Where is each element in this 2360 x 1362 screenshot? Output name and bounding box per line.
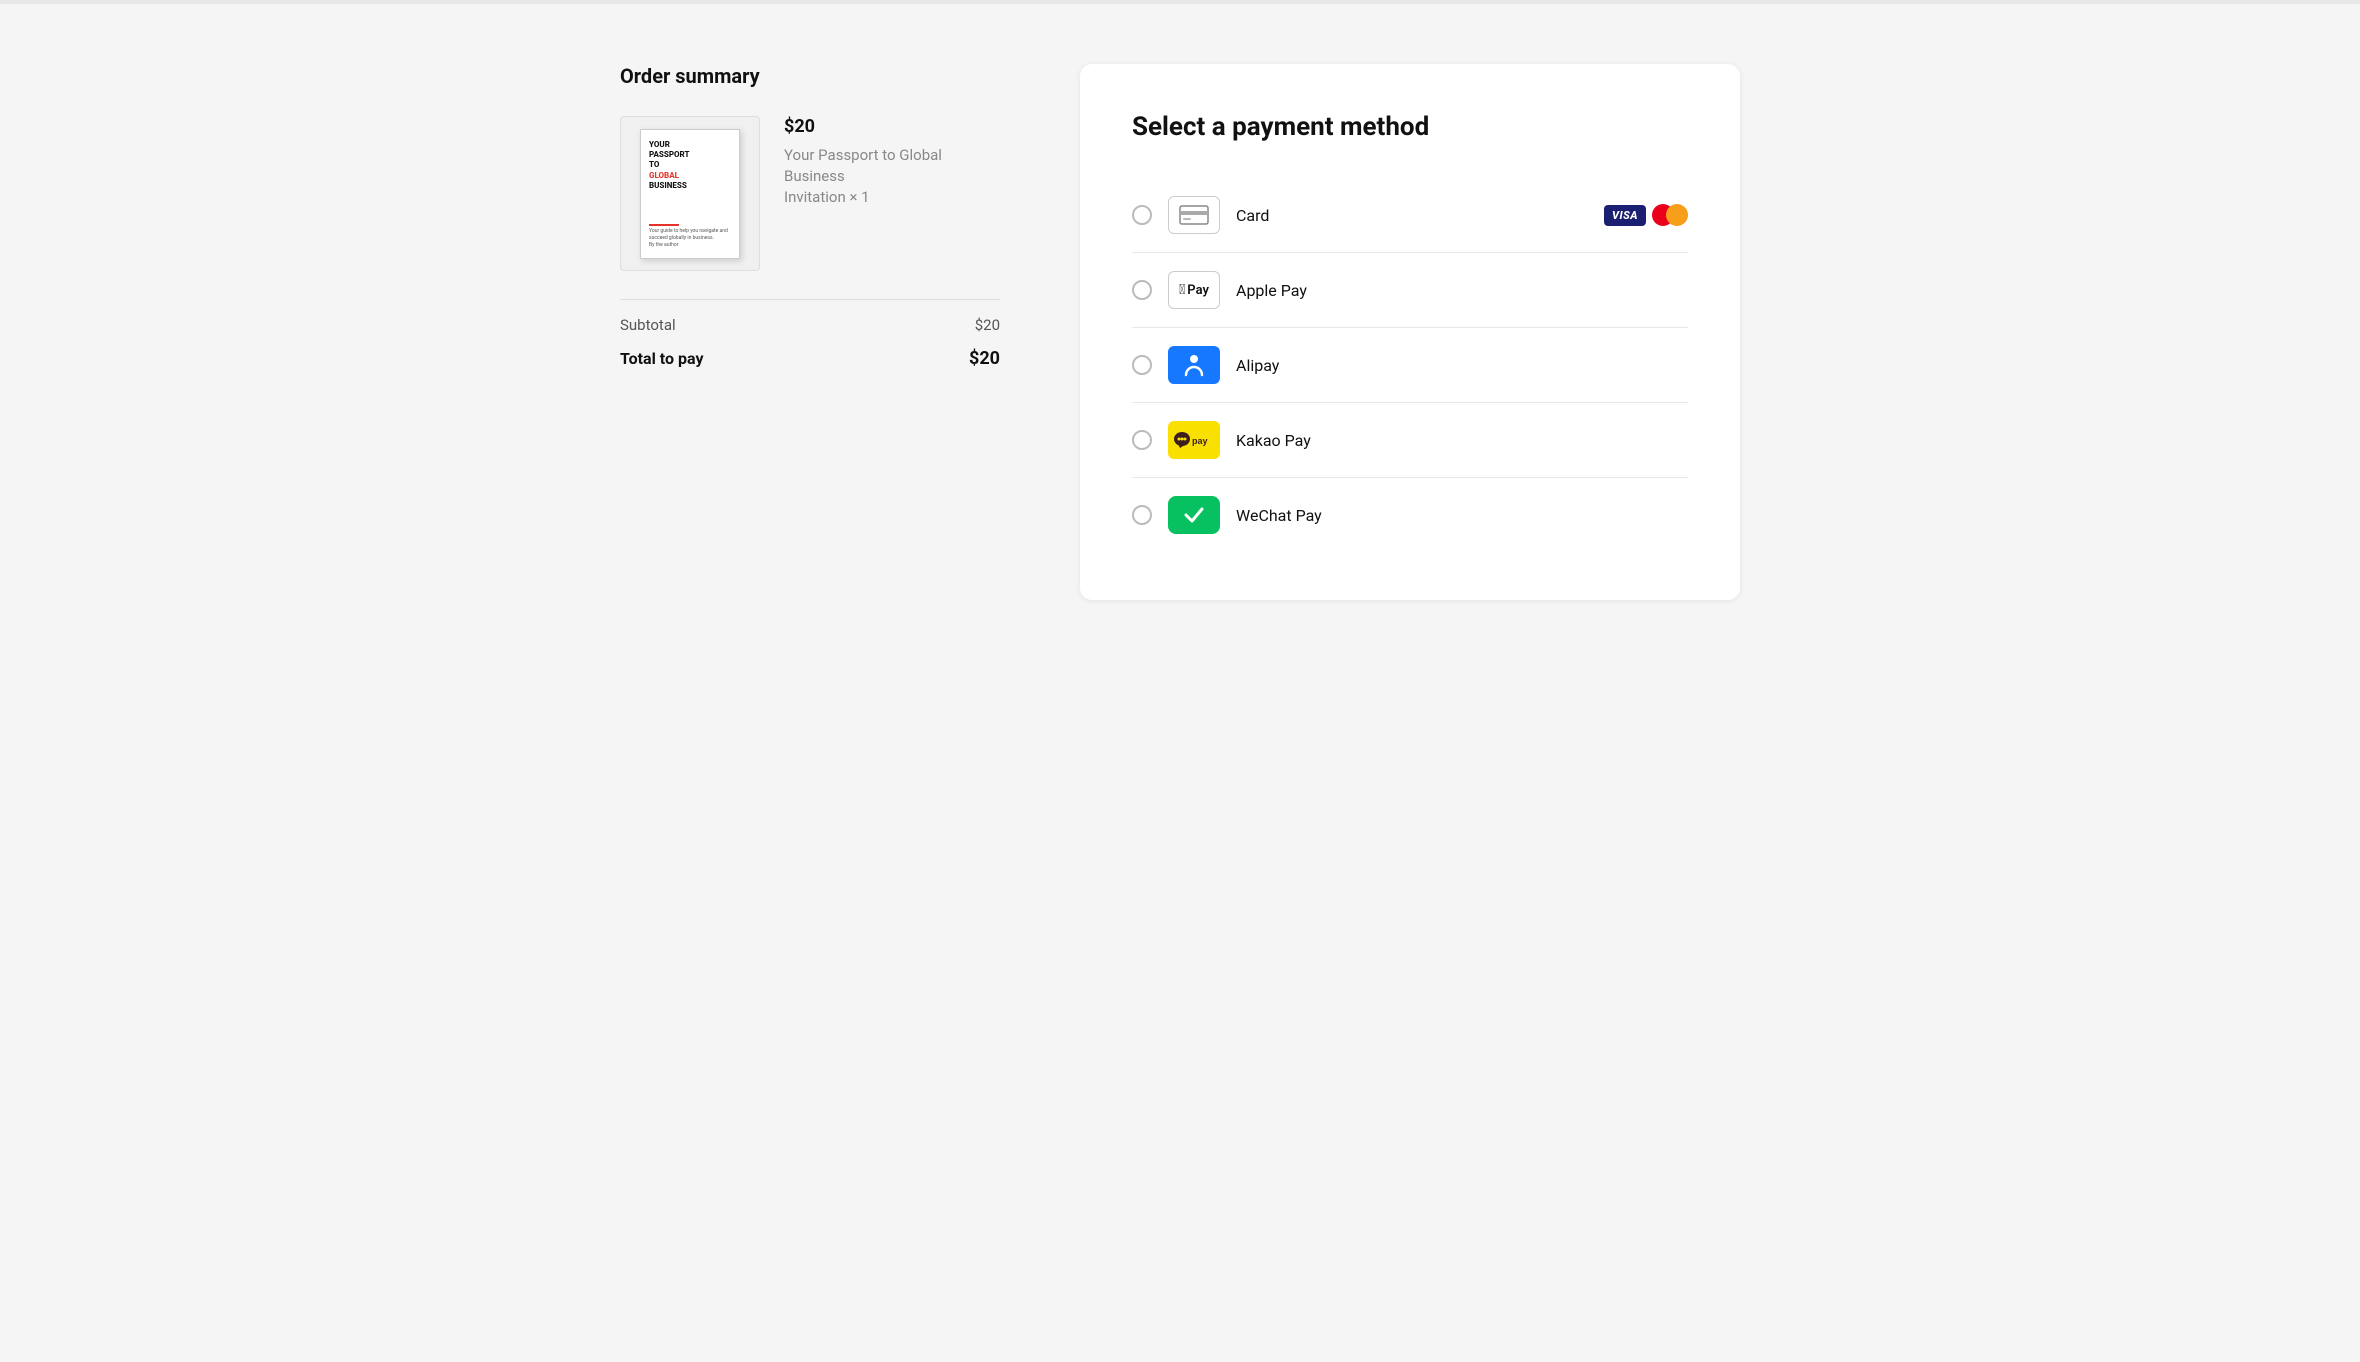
card-svg	[1178, 203, 1210, 227]
product-title-text: YOURPASSPORTTOGLOBALBUSINESS	[649, 140, 731, 192]
applepay-text:  Pay	[1179, 282, 1209, 298]
subtotal-row: Subtotal $20	[620, 316, 1000, 334]
payment-title: Select a payment method	[1132, 112, 1688, 142]
applepay-pay-text: Pay	[1187, 283, 1209, 298]
book-title-line1: YOURPASSPORTTOGLOBALBUSINESS	[649, 140, 731, 192]
payment-option-kakaopay[interactable]: pay Kakao Pay	[1132, 403, 1688, 478]
book-author: By the author	[649, 242, 731, 248]
alipay-icon	[1168, 346, 1220, 384]
total-row: Total to pay $20	[620, 348, 1000, 369]
apple-symbol: 	[1179, 282, 1185, 298]
wechat-svg	[1178, 499, 1210, 531]
product-image: YOURPASSPORTTOGLOBALBUSINESS Your guide …	[620, 116, 760, 271]
book-subtitle: Your guide to help you navigate andsucce…	[649, 228, 731, 242]
book-redline	[649, 224, 679, 226]
kakaopay-icon: pay	[1168, 421, 1220, 459]
product-quantity: Invitation × 1	[784, 188, 870, 206]
card-label: Card	[1236, 206, 1269, 225]
product-details: $20 Your Passport to Global Business Inv…	[784, 116, 1000, 208]
product-price: $20	[784, 116, 1000, 137]
subtotal-value: $20	[975, 316, 1000, 334]
payment-panel: Select a payment method Card VISA	[1080, 64, 1740, 600]
applepay-icon:  Pay	[1168, 271, 1220, 309]
product-image-inner: YOURPASSPORTTOGLOBALBUSINESS Your guide …	[640, 129, 740, 259]
order-summary-title: Order summary	[620, 64, 1000, 88]
order-divider	[620, 299, 1000, 300]
total-label: Total to pay	[620, 349, 704, 368]
applepay-label: Apple Pay	[1236, 281, 1307, 300]
product-row: YOURPASSPORTTOGLOBALBUSINESS Your guide …	[620, 116, 1000, 271]
radio-wechat[interactable]	[1132, 505, 1152, 525]
radio-applepay[interactable]	[1132, 280, 1152, 300]
radio-card[interactable]	[1132, 205, 1152, 225]
kakaopay-label: Kakao Pay	[1236, 431, 1311, 450]
product-name: Your Passport to Global Business Invitat…	[784, 145, 1000, 208]
kakaopay-svg: pay	[1172, 430, 1216, 450]
card-badges: VISA	[1604, 204, 1688, 226]
svg-text:pay: pay	[1192, 436, 1208, 446]
wechat-label: WeChat Pay	[1236, 506, 1322, 525]
payment-option-alipay[interactable]: Alipay	[1132, 328, 1688, 403]
payment-option-applepay[interactable]:  Pay Apple Pay	[1132, 253, 1688, 328]
top-bar	[0, 0, 2360, 4]
radio-alipay[interactable]	[1132, 355, 1152, 375]
payment-option-card[interactable]: Card VISA	[1132, 178, 1688, 253]
card-icon	[1168, 196, 1220, 234]
product-name-text: Your Passport to Global Business	[784, 146, 942, 185]
mc-circle-orange	[1666, 204, 1688, 226]
alipay-svg	[1180, 351, 1208, 379]
total-value: $20	[969, 348, 1000, 369]
payment-option-wechat[interactable]: WeChat Pay	[1132, 478, 1688, 552]
mastercard-badge	[1652, 204, 1688, 226]
subtotal-label: Subtotal	[620, 316, 676, 334]
alipay-label: Alipay	[1236, 356, 1279, 375]
wechat-icon	[1168, 496, 1220, 534]
page-content: Order summary YOURPASSPORTTOGLOBALBUSINE…	[580, 64, 1780, 600]
order-summary: Order summary YOURPASSPORTTOGLOBALBUSINE…	[620, 64, 1000, 369]
book-bottom: Your guide to help you navigate andsucce…	[649, 222, 731, 248]
radio-kakaopay[interactable]	[1132, 430, 1152, 450]
visa-badge: VISA	[1604, 205, 1646, 226]
